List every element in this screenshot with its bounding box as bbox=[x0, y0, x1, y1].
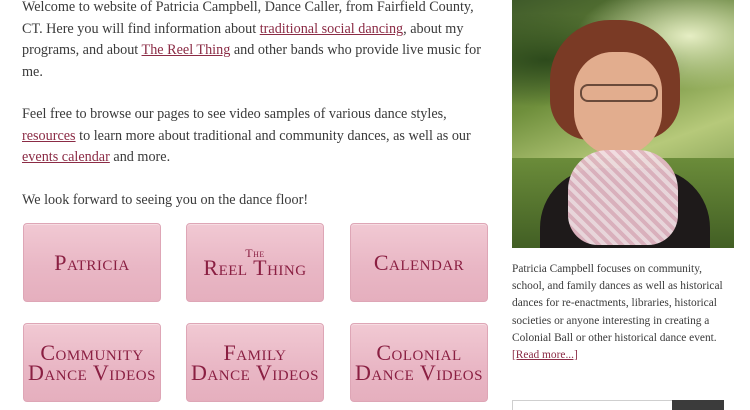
colonial-dance-videos-tile-button[interactable]: Colonial Dance Videos bbox=[350, 323, 488, 402]
calendar-tile-label: Calendar bbox=[373, 249, 465, 275]
main-content: Welcome to website of Patricia Campbell,… bbox=[22, 0, 492, 402]
family-tile-label-2: Dance Videos bbox=[191, 359, 319, 385]
reel-thing-link[interactable]: The Reel Thing bbox=[142, 42, 231, 58]
community-tile-label-2: Dance Videos bbox=[28, 359, 156, 385]
sidebar-caption: Patricia Campbell focuses on community, … bbox=[512, 261, 734, 364]
search-button[interactable] bbox=[672, 400, 724, 410]
intro-paragraph: Welcome to website of Patricia Campbell,… bbox=[22, 0, 492, 83]
read-more-link[interactable]: [Read more...] bbox=[512, 349, 578, 361]
sidebar-caption-text: Patricia Campbell focuses on community, … bbox=[512, 263, 723, 344]
family-dance-videos-tile-button[interactable]: Family Dance Videos bbox=[186, 323, 324, 402]
closing-paragraph: We look forward to seeing you on the dan… bbox=[22, 191, 309, 208]
resources-link[interactable]: resources bbox=[22, 128, 76, 144]
browse-paragraph: Feel free to browse our pages to see vid… bbox=[22, 104, 492, 169]
browse-text-3: and more. bbox=[109, 149, 171, 165]
colonial-tile-label-2: Dance Videos bbox=[355, 359, 483, 385]
patricia-tile-label: Patricia bbox=[54, 249, 130, 275]
patricia-tile-button[interactable]: Patricia bbox=[23, 223, 161, 302]
reel-thing-tile-label: Reel Thing bbox=[203, 254, 307, 280]
search-input[interactable] bbox=[512, 400, 672, 410]
traditional-social-dancing-link[interactable]: traditional social dancing bbox=[260, 21, 403, 37]
community-dance-videos-tile-button[interactable]: Community Dance Videos bbox=[23, 323, 161, 402]
browse-text-2: to learn more about traditional and comm… bbox=[75, 127, 471, 144]
browse-text-1: Feel free to browse our pages to see vid… bbox=[22, 106, 447, 122]
reel-thing-tile-button[interactable]: The Reel Thing bbox=[186, 223, 324, 302]
calendar-tile-button[interactable]: Calendar bbox=[350, 223, 488, 302]
sidebar: Patricia Campbell focuses on community, … bbox=[512, 0, 734, 364]
sidebar-search bbox=[512, 400, 734, 410]
patricia-campbell-photo bbox=[512, 0, 734, 248]
events-calendar-link[interactable]: events calendar bbox=[22, 149, 110, 165]
